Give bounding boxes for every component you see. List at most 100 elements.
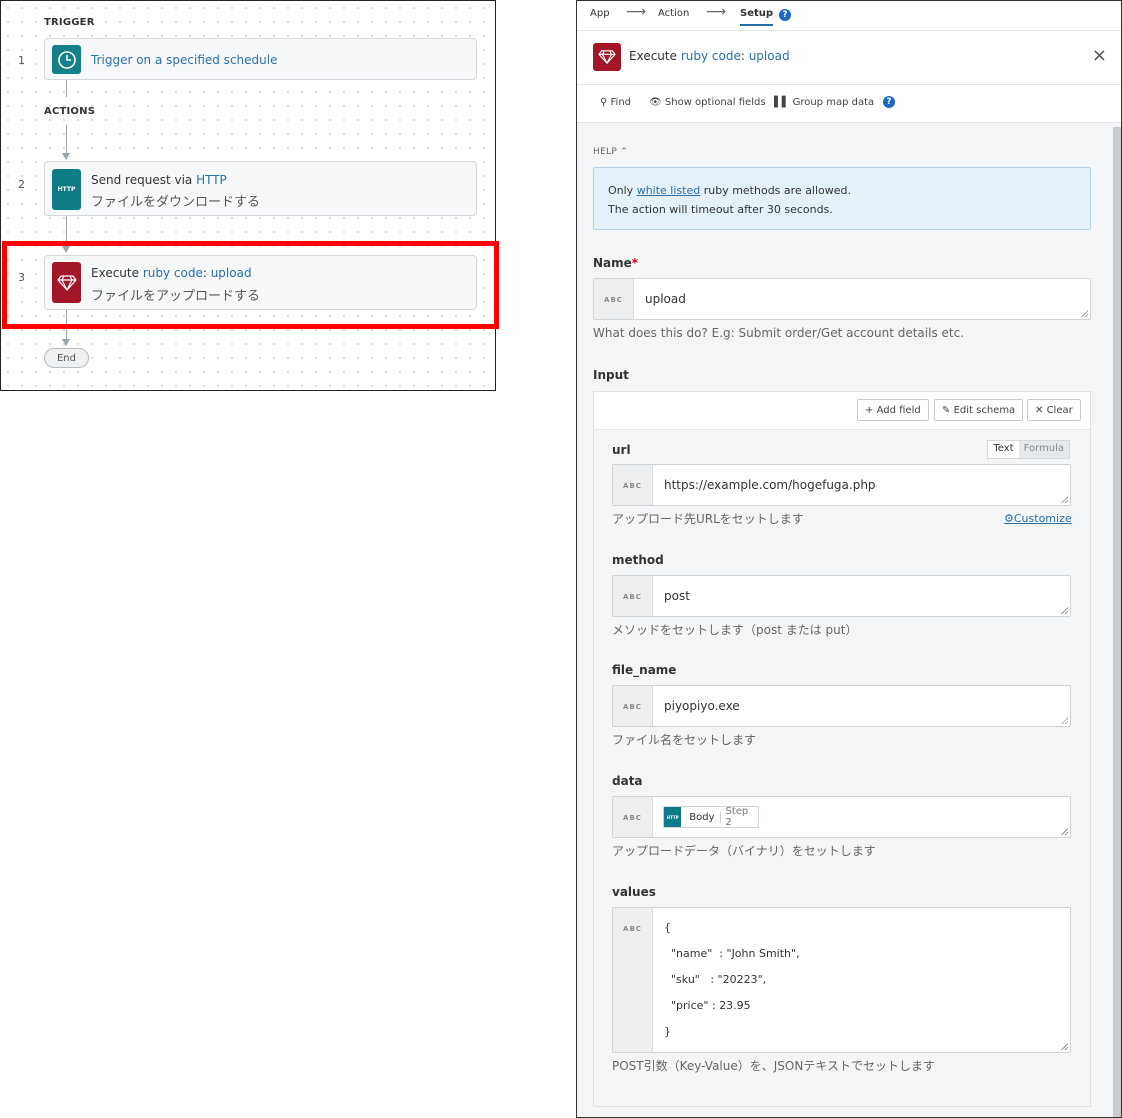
method-input[interactable]: ABC post: [612, 575, 1071, 617]
crumb-setup[interactable]: Setup: [740, 8, 774, 26]
file-name-hint: ファイル名をセットします: [612, 733, 757, 747]
url-label: url: [612, 443, 631, 457]
step-2-subtitle: ファイルをダウンロードする: [91, 195, 261, 210]
abc-type-icon: ABC: [613, 797, 653, 837]
values-line: "price" : 23.95: [664, 999, 751, 1012]
eye-icon: 👁: [649, 97, 662, 108]
search-icon: ⚲: [600, 97, 608, 108]
method-label: method: [612, 553, 664, 567]
step-2-title: Send request via HTTP: [91, 173, 227, 187]
trigger-section-label: TRIGGER: [44, 17, 95, 28]
setup-panel: App ⟶ Action ⟶ Setup ? Execute ruby code…: [576, 0, 1122, 1118]
required-marker: *: [631, 256, 639, 270]
resize-handle-icon[interactable]: [1081, 310, 1088, 317]
columns-icon: ▌▌: [774, 97, 790, 108]
step-1-title: Trigger on a specified schedule: [91, 53, 278, 67]
data-label: data: [612, 774, 643, 788]
step-1-trigger-card[interactable]: Trigger on a specified schedule: [44, 38, 477, 80]
abc-type-icon: ABC: [613, 686, 653, 726]
values-line: {: [664, 921, 671, 934]
panel-header: Execute ruby code: upload ×: [577, 31, 1121, 85]
file-name-label: file_name: [612, 663, 677, 677]
step-number-2: 2: [18, 178, 25, 191]
datapill-body-step2[interactable]: HTTP Body Step 2: [663, 806, 760, 828]
input-fields: url Text Formula ABC https://example.com…: [594, 430, 1090, 1106]
name-label: Name*: [593, 256, 639, 270]
crumb-arrow-icon: ⟶: [706, 4, 727, 20]
panel-title: Execute ruby code: upload: [629, 49, 790, 63]
actions-section-label: ACTIONS: [44, 106, 96, 117]
connector-arrow: [62, 339, 70, 346]
clear-button[interactable]: ✕ Clear: [1027, 399, 1081, 421]
method-hint: メソッドをセットします（post または put）: [612, 623, 858, 637]
data-input[interactable]: ABC HTTP Body Step 2: [612, 796, 1071, 838]
resize-handle-icon[interactable]: [1061, 828, 1068, 835]
wizard-breadcrumb: App ⟶ Action ⟶ Setup ?: [577, 1, 1121, 31]
panel-scrollbar[interactable]: [1113, 127, 1121, 1117]
step-number-1: 1: [18, 54, 25, 67]
connector-line: [66, 80, 67, 97]
panel-content: HELP ⌃ Only white listed ruby methods ar…: [577, 123, 1121, 1117]
group-map-data-button[interactable]: ▌▌ Group map data: [774, 97, 874, 108]
input-schema-panel: + Add field ✎ Edit schema ✕ Clear url Te…: [593, 391, 1091, 1107]
help-icon[interactable]: ?: [779, 9, 791, 21]
crumb-arrow-icon: ⟶: [626, 4, 647, 20]
crumb-action[interactable]: Action: [658, 8, 689, 19]
connector-arrow: [62, 153, 70, 160]
name-hint: What does this do? E.g: Submit order/Get…: [593, 326, 965, 340]
name-value: upload: [645, 292, 686, 306]
abc-type-icon: ABC: [613, 908, 653, 1052]
help-icon[interactable]: ?: [883, 96, 895, 108]
text-formula-toggle[interactable]: Text Formula: [987, 440, 1070, 459]
input-toolbar: + Add field ✎ Edit schema ✕ Clear: [594, 392, 1090, 430]
name-input[interactable]: ABC upload: [593, 278, 1091, 320]
connector-line: [66, 125, 67, 153]
resize-handle-icon[interactable]: [1061, 1043, 1068, 1050]
values-hint: POST引数（Key-Value）を、JSONテキストでセットします: [612, 1059, 935, 1073]
values-label: values: [612, 885, 656, 899]
values-input[interactable]: ABC { "name" : "John Smith", "sku" : "20…: [612, 907, 1071, 1053]
add-field-button[interactable]: + Add field: [857, 399, 929, 421]
white-listed-link[interactable]: white listed: [637, 184, 701, 197]
mode-formula[interactable]: Formula: [1018, 441, 1069, 458]
help-line-2: The action will timeout after 30 seconds…: [608, 203, 833, 216]
ruby-gem-icon: [593, 43, 621, 71]
abc-type-icon: ABC: [613, 465, 653, 505]
file-name-value: piyopiyo.exe: [664, 699, 740, 713]
http-icon: HTTP: [52, 169, 81, 210]
pencil-icon: ✎: [942, 404, 951, 416]
step-2-http-card[interactable]: HTTP Send request via HTTP ファイルをダウンロードする: [44, 161, 477, 216]
show-optional-fields-button[interactable]: 👁 Show optional fields: [649, 97, 766, 108]
clock-icon: [52, 45, 81, 74]
crumb-app[interactable]: App: [590, 8, 610, 19]
close-icon[interactable]: ×: [1092, 45, 1107, 66]
edit-schema-button[interactable]: ✎ Edit schema: [934, 399, 1024, 421]
customize-link[interactable]: ⚙Customize: [1004, 512, 1072, 525]
method-value: post: [664, 589, 690, 603]
find-button[interactable]: ⚲ Find: [600, 97, 631, 108]
mode-text[interactable]: Text: [988, 441, 1019, 458]
resize-handle-icon[interactable]: [1061, 607, 1068, 614]
gear-icon: ⚙: [1004, 512, 1014, 525]
url-input[interactable]: ABC https://example.com/hogefuga.php: [612, 464, 1071, 506]
help-line-1: Only white listed ruby methods are allow…: [608, 184, 852, 197]
plus-icon: +: [865, 404, 874, 416]
data-hint: アップロードデータ（バイナリ）をセットします: [612, 844, 876, 858]
panel-toolbar: ⚲ Find 👁 Show optional fields ▌▌ Group m…: [577, 85, 1121, 123]
resize-handle-icon[interactable]: [1061, 717, 1068, 724]
url-hint: アップロード先URLをセットします: [612, 512, 804, 526]
values-line: "name" : "John Smith",: [664, 947, 800, 960]
help-toggle[interactable]: HELP ⌃: [593, 147, 628, 157]
end-node: End: [44, 348, 89, 368]
resize-handle-icon[interactable]: [1061, 496, 1068, 503]
abc-type-icon: ABC: [594, 279, 634, 319]
recipe-flow-canvas: TRIGGER 1 Trigger on a specified schedul…: [0, 0, 496, 391]
chevron-up-icon: ⌃: [620, 147, 629, 157]
file-name-input[interactable]: ABC piyopiyo.exe: [612, 685, 1071, 727]
highlight-annotation-box: [2, 241, 499, 329]
abc-type-icon: ABC: [613, 576, 653, 616]
values-line: }: [664, 1025, 671, 1038]
url-value: https://example.com/hogefuga.php: [664, 478, 876, 492]
datapill-field: Body: [681, 811, 721, 823]
http-icon: HTTP: [664, 807, 682, 827]
